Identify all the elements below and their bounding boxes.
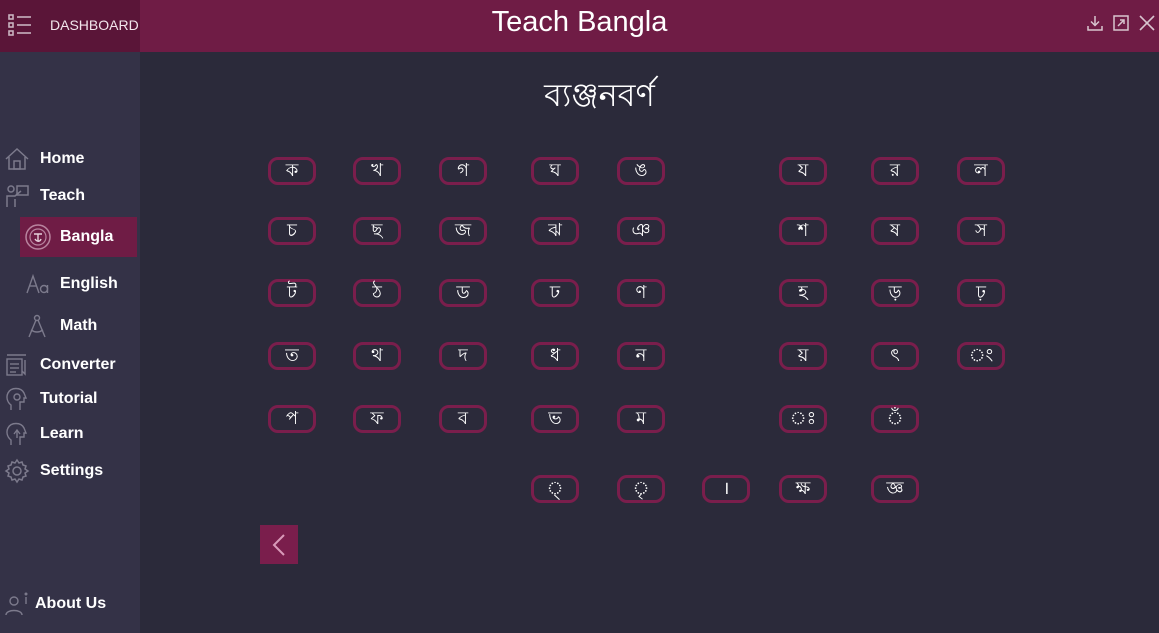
- letter-button[interactable]: ঁ: [871, 405, 919, 433]
- letter-button[interactable]: ম: [617, 405, 665, 433]
- letter-button[interactable]: ।: [702, 475, 750, 503]
- sidebar-item-label: Teach: [40, 187, 86, 204]
- sidebar-item-teach[interactable]: Teach: [0, 179, 140, 213]
- letter-button[interactable]: ঘ: [531, 157, 579, 185]
- close-icon[interactable]: [1138, 14, 1156, 32]
- bangla-icon: [24, 223, 52, 251]
- sidebar-item-label: Converter: [40, 356, 116, 373]
- tutorial-icon: [4, 386, 30, 412]
- letter-button[interactable]: ক: [268, 157, 316, 185]
- page-title: ব্যঞ্জনবর্ণ: [544, 76, 655, 114]
- letter-button[interactable]: ভ: [531, 405, 579, 433]
- math-icon: [24, 313, 50, 339]
- letter-button[interactable]: ট: [268, 279, 316, 307]
- letter-button[interactable]: ্: [531, 475, 579, 503]
- letter-button[interactable]: হ: [779, 279, 827, 307]
- sidebar-item-label: Learn: [40, 425, 84, 442]
- sidebar-item-label: Bangla: [60, 228, 114, 245]
- letter-button[interactable]: ব: [439, 405, 487, 433]
- letter-button[interactable]: ঢ়: [957, 279, 1005, 307]
- letter-button[interactable]: য: [779, 157, 827, 185]
- letter-button[interactable]: ড়: [871, 279, 919, 307]
- letter-button[interactable]: ধ: [531, 342, 579, 370]
- converter-icon: [4, 352, 30, 378]
- maximize-icon[interactable]: [1112, 14, 1130, 32]
- letter-button[interactable]: ং: [957, 342, 1005, 370]
- letter-button[interactable]: গ: [439, 157, 487, 185]
- sidebar-item-label: Settings: [40, 462, 104, 479]
- back-button[interactable]: [260, 525, 298, 564]
- download-icon[interactable]: [1086, 14, 1104, 32]
- letter-button[interactable]: ৎ: [871, 342, 919, 370]
- sidebar-item-label: Tutorial: [40, 390, 98, 407]
- letter-button[interactable]: প: [268, 405, 316, 433]
- letter-button[interactable]: ড: [439, 279, 487, 307]
- letter-button[interactable]: ঙ: [617, 157, 665, 185]
- letter-button[interactable]: জ: [439, 217, 487, 245]
- letter-button[interactable]: ক্ষ: [779, 475, 827, 503]
- title-bar: DASHBOARD Teach Bangla: [0, 0, 1159, 52]
- letter-button[interactable]: চ: [268, 217, 316, 245]
- sidebar-item-english[interactable]: English: [0, 267, 140, 301]
- sidebar-item-home[interactable]: Home: [0, 142, 140, 176]
- letter-button[interactable]: ষ: [871, 217, 919, 245]
- letter-button[interactable]: শ: [779, 217, 827, 245]
- sidebar-item-settings[interactable]: Settings: [0, 454, 140, 488]
- sidebar-item-label: About Us: [35, 595, 107, 612]
- app-title: Teach Bangla: [491, 6, 668, 38]
- english-icon: [24, 271, 50, 297]
- letter-button[interactable]: খ: [353, 157, 401, 185]
- letter-button[interactable]: ণ: [617, 279, 665, 307]
- letter-button[interactable]: ৃ: [617, 475, 665, 503]
- letter-button[interactable]: দ: [439, 342, 487, 370]
- sidebar-item-label: Home: [40, 150, 85, 167]
- settings-icon: [4, 458, 30, 484]
- letter-button[interactable]: য়: [779, 342, 827, 370]
- letter-button[interactable]: ন: [617, 342, 665, 370]
- sidebar-item-learn[interactable]: Learn: [0, 417, 140, 451]
- sidebar-item-label: English: [60, 275, 118, 292]
- letter-button[interactable]: থ: [353, 342, 401, 370]
- letter-button[interactable]: ঃ: [779, 405, 827, 433]
- letter-button[interactable]: ঝ: [531, 217, 579, 245]
- letter-button[interactable]: স: [957, 217, 1005, 245]
- sidebar: Home Teach Bangla English Math Converter…: [0, 52, 140, 633]
- sidebar-item-about-us[interactable]: About Us: [0, 587, 140, 621]
- learn-icon: [4, 421, 30, 447]
- about-icon: [4, 591, 30, 617]
- sidebar-item-bangla[interactable]: Bangla: [20, 217, 137, 257]
- sidebar-item-converter[interactable]: Converter: [0, 348, 140, 382]
- teach-icon: [4, 183, 30, 209]
- letter-button[interactable]: ফ: [353, 405, 401, 433]
- letter-button[interactable]: ঢ: [531, 279, 579, 307]
- letter-button[interactable]: ল: [957, 157, 1005, 185]
- letter-button[interactable]: ত: [268, 342, 316, 370]
- letter-button[interactable]: জ্ঞ: [871, 475, 919, 503]
- chevron-left-icon: [272, 534, 285, 556]
- sidebar-item-tutorial[interactable]: Tutorial: [0, 382, 140, 416]
- letter-button[interactable]: র: [871, 157, 919, 185]
- sidebar-item-label: Math: [60, 317, 98, 334]
- sidebar-item-math[interactable]: Math: [0, 309, 140, 343]
- letter-button[interactable]: ছ: [353, 217, 401, 245]
- letter-button[interactable]: ঞ: [617, 217, 665, 245]
- letter-button[interactable]: ঠ: [353, 279, 401, 307]
- home-icon: [4, 146, 30, 172]
